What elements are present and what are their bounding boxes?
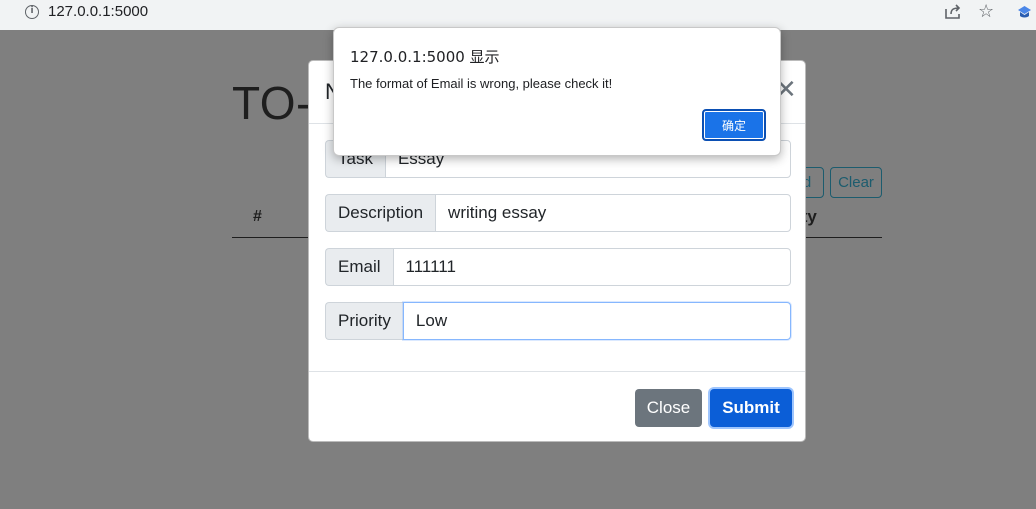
alert-dialog: 127.0.0.1:5000 显示 The format of Email is… — [333, 27, 781, 156]
description-input[interactable]: writing essay — [435, 194, 791, 232]
email-input[interactable]: 111111 — [392, 248, 791, 286]
alert-ok-button[interactable]: 确定 — [702, 109, 766, 141]
description-label: Description — [325, 194, 436, 232]
priority-label: Priority — [325, 302, 403, 340]
site-info-icon[interactable]: i — [25, 5, 39, 19]
description-field: Description writing essay — [325, 194, 791, 232]
modal-footer: Close Submit — [309, 371, 805, 441]
email-field: Email 111111 — [325, 248, 791, 286]
share-icon[interactable] — [944, 4, 962, 20]
priority-input[interactable]: Low — [402, 302, 791, 340]
page-title: TO- — [232, 77, 312, 129]
priority-field: Priority Low — [325, 302, 791, 340]
bookmark-star-icon[interactable]: ☆ — [978, 1, 994, 22]
alert-title: 127.0.0.1:5000 显示 — [350, 48, 500, 66]
url-pill[interactable] — [14, 0, 1030, 24]
clear-button[interactable]: Clear — [830, 167, 882, 198]
browser-address-bar: i 127.0.0.1:5000 ☆ — [0, 0, 1036, 30]
submit-button[interactable]: Submit — [710, 389, 792, 427]
url-text[interactable]: 127.0.0.1:5000 — [48, 3, 148, 20]
email-label: Email — [325, 248, 393, 286]
extension-icon[interactable] — [1017, 5, 1032, 20]
table-header-index: # — [253, 208, 262, 225]
alert-message: The format of Email is wrong, please che… — [350, 76, 613, 91]
close-button[interactable]: Close — [635, 389, 702, 427]
